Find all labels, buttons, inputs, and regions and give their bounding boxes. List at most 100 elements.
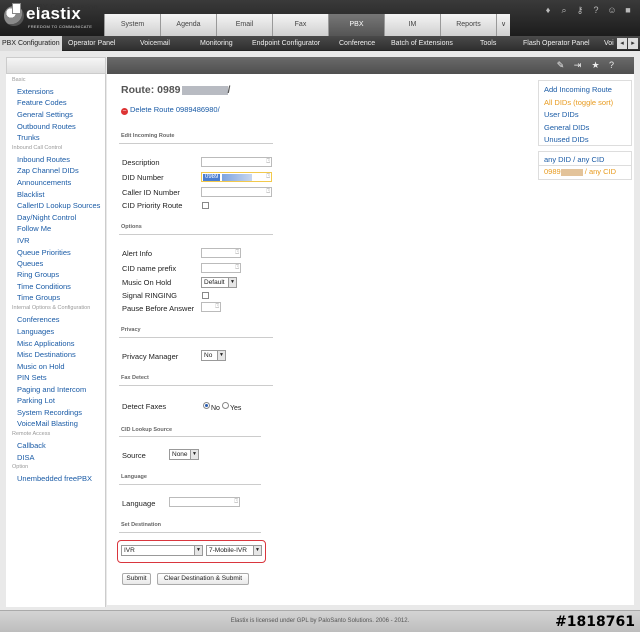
sidebar-item-misc-destinations[interactable]: Misc Destinations (17, 349, 112, 360)
sidebar-item-misc-applications[interactable]: Misc Applications (17, 338, 112, 349)
sidebar-item-time-conditions[interactable]: Time Conditions (17, 281, 112, 292)
lock-icon[interactable]: ■ (622, 4, 634, 16)
sidebar-item-zap-channel-dids[interactable]: Zap Channel DIDs (17, 165, 112, 176)
sidebar-item-callback[interactable]: Callback (17, 440, 112, 451)
description-label: Description (122, 158, 160, 167)
divider (538, 165, 632, 166)
privacy-manager-label: Privacy Manager (122, 352, 179, 361)
detect-faxes-yes-label: Yes (230, 405, 242, 412)
sidebar-item-feature-codes[interactable]: Feature Codes (17, 97, 112, 108)
caller-id-number-field[interactable]: ⍞ (201, 187, 272, 197)
cid-priority-checkbox[interactable] (202, 202, 209, 209)
route-any-did-link[interactable]: any DID / any CID (544, 155, 604, 164)
sidebar-item-callerid-lookup-sources[interactable]: CallerID Lookup Sources (17, 200, 112, 211)
route-title-suffix: / (227, 84, 231, 96)
all-dids-toggle-link[interactable]: All DIDs (toggle sort) (544, 98, 613, 107)
music-on-hold-select[interactable]: Default ▼ (201, 277, 237, 288)
scroll-right-icon[interactable]: ▸ (628, 38, 638, 49)
subnav-voi[interactable]: Voi (604, 36, 614, 51)
cid-prefix-field[interactable]: ⍞ (201, 263, 241, 273)
subnav-scroll: ◂ ▸ (617, 38, 638, 49)
pause-before-answer-field[interactable]: ⍞ (201, 302, 221, 312)
tab-email[interactable]: Email (216, 14, 272, 36)
user-icon[interactable]: ☺ (606, 4, 618, 16)
source-select[interactable]: None ▼ (169, 449, 199, 460)
sidebar-item-paging-intercom[interactable]: Paging and Intercom (17, 384, 112, 395)
sidebar-item-queues[interactable]: Queues (17, 258, 112, 269)
sidebar-item-voicemail-blasting[interactable]: VoiceMail Blasting (17, 418, 112, 429)
help-question-icon[interactable]: ? (606, 60, 617, 71)
signal-ringing-checkbox[interactable] (202, 292, 209, 299)
sidebar-item-parking-lot[interactable]: Parking Lot (17, 395, 112, 406)
sidebar-item-queue-priorities[interactable]: Queue Priorities (17, 247, 112, 258)
edit-icon[interactable]: ✎ (555, 60, 566, 71)
sidebar-item-extensions[interactable]: Extensions (17, 86, 112, 97)
search-icon[interactable]: ⌕ (558, 4, 570, 16)
unused-dids-link[interactable]: Unused DIDs (544, 135, 589, 144)
subnav-operator-panel[interactable]: Operator Panel (68, 36, 115, 51)
help-icon[interactable]: ? (590, 4, 602, 16)
tab-fax[interactable]: Fax (272, 14, 328, 36)
subnav-batch-of-extensions[interactable]: Batch of Extensions (391, 36, 453, 51)
subnav-monitoring[interactable]: Monitoring (200, 36, 233, 51)
sidebar-item-ivr[interactable]: IVR (17, 235, 112, 246)
detect-faxes-no-radio[interactable] (203, 402, 210, 409)
sidebar-item-general-settings[interactable]: General Settings (17, 109, 112, 120)
sidebar-item-unembedded-freepbx[interactable]: Unembedded freePBX (17, 473, 112, 484)
sidebar-item-announcements[interactable]: Announcements (17, 177, 112, 188)
sidebar-item-languages[interactable]: Languages (17, 326, 112, 337)
cid-priority-label: CID Priority Route (122, 201, 183, 210)
sidebar-item-time-groups[interactable]: Time Groups (17, 292, 112, 303)
sidebar-item-system-recordings[interactable]: System Recordings (17, 407, 112, 418)
detect-faxes-yes-radio[interactable] (222, 402, 229, 409)
destination-type-select[interactable]: IVR ▼ (121, 545, 203, 556)
drop-icon[interactable]: ♦ (542, 4, 554, 16)
destination-target-select[interactable]: 7-Mobile-IVR ▼ (206, 545, 262, 556)
sidebar-item-inbound-routes[interactable]: Inbound Routes (17, 154, 112, 165)
delete-route-link[interactable]: – Delete Route 0989486980/ (121, 105, 220, 115)
subnav-tools[interactable]: Tools (480, 36, 496, 51)
sidebar-item-conferences[interactable]: Conferences (17, 314, 112, 325)
add-incoming-route-link[interactable]: Add Incoming Route (544, 85, 612, 94)
subnav-pbx-configuration[interactable]: PBX Configuration (0, 36, 62, 51)
alert-info-field[interactable]: ⍞ (201, 248, 241, 258)
tab-system[interactable]: System (104, 14, 160, 36)
subnav-conference[interactable]: Conference (339, 36, 375, 51)
sidebar-item-ring-groups[interactable]: Ring Groups (17, 269, 112, 280)
tab-agenda[interactable]: Agenda (160, 14, 216, 36)
scroll-left-icon[interactable]: ◂ (617, 38, 627, 49)
dropdown-arrow-icon: ▼ (217, 351, 225, 360)
main-panel (107, 57, 534, 605)
tab-pbx[interactable]: PBX (328, 14, 384, 36)
divider (119, 532, 261, 533)
sidebar-item-pin-sets[interactable]: PIN Sets (17, 372, 112, 383)
subnav-endpoint-configurator[interactable]: Endpoint Configurator (252, 36, 320, 51)
route-current-link[interactable]: 0989 / any CID (544, 167, 616, 176)
subnav-voicemail[interactable]: Voicemail (140, 36, 170, 51)
tab-reports[interactable]: Reports (440, 14, 496, 36)
sidebar-item-disa[interactable]: DISA (17, 452, 112, 463)
language-field[interactable]: ⍞ (169, 497, 240, 507)
source-label: Source (122, 451, 146, 460)
subnav-flash-operator-panel[interactable]: Flash Operator Panel (523, 36, 590, 51)
more-tabs-chevron-icon[interactable]: ∨ (496, 14, 510, 36)
microphone-icon: ⍞ (234, 499, 238, 505)
sidebar-item-follow-me[interactable]: Follow Me (17, 223, 112, 234)
sidebar-item-music-on-hold[interactable]: Music on Hold (17, 361, 112, 372)
user-dids-link[interactable]: User DIDs (544, 110, 579, 119)
key-icon[interactable]: ⚷ (574, 4, 586, 16)
expand-icon[interactable]: ⇥ (572, 60, 583, 71)
sidebar-item-day-night-control[interactable]: Day/Night Control (17, 212, 112, 223)
description-field[interactable]: ⍞ (201, 157, 272, 167)
sidebar-item-blacklist[interactable]: Blacklist (17, 189, 112, 200)
did-number-field[interactable]: 0989 ⍞ (201, 172, 272, 182)
tab-im[interactable]: IM (384, 14, 440, 36)
dropdown-arrow-icon: ▼ (194, 546, 202, 555)
clear-destination-submit-button[interactable]: Clear Destination & Submit (157, 573, 249, 585)
star-icon[interactable]: ★ (590, 60, 601, 71)
sidebar-item-trunks[interactable]: Trunks (17, 132, 112, 143)
privacy-manager-select[interactable]: No ▼ (201, 350, 226, 361)
sidebar-item-outbound-routes[interactable]: Outbound Routes (17, 121, 112, 132)
general-dids-link[interactable]: General DIDs (544, 123, 589, 132)
submit-button[interactable]: Submit (122, 573, 151, 585)
